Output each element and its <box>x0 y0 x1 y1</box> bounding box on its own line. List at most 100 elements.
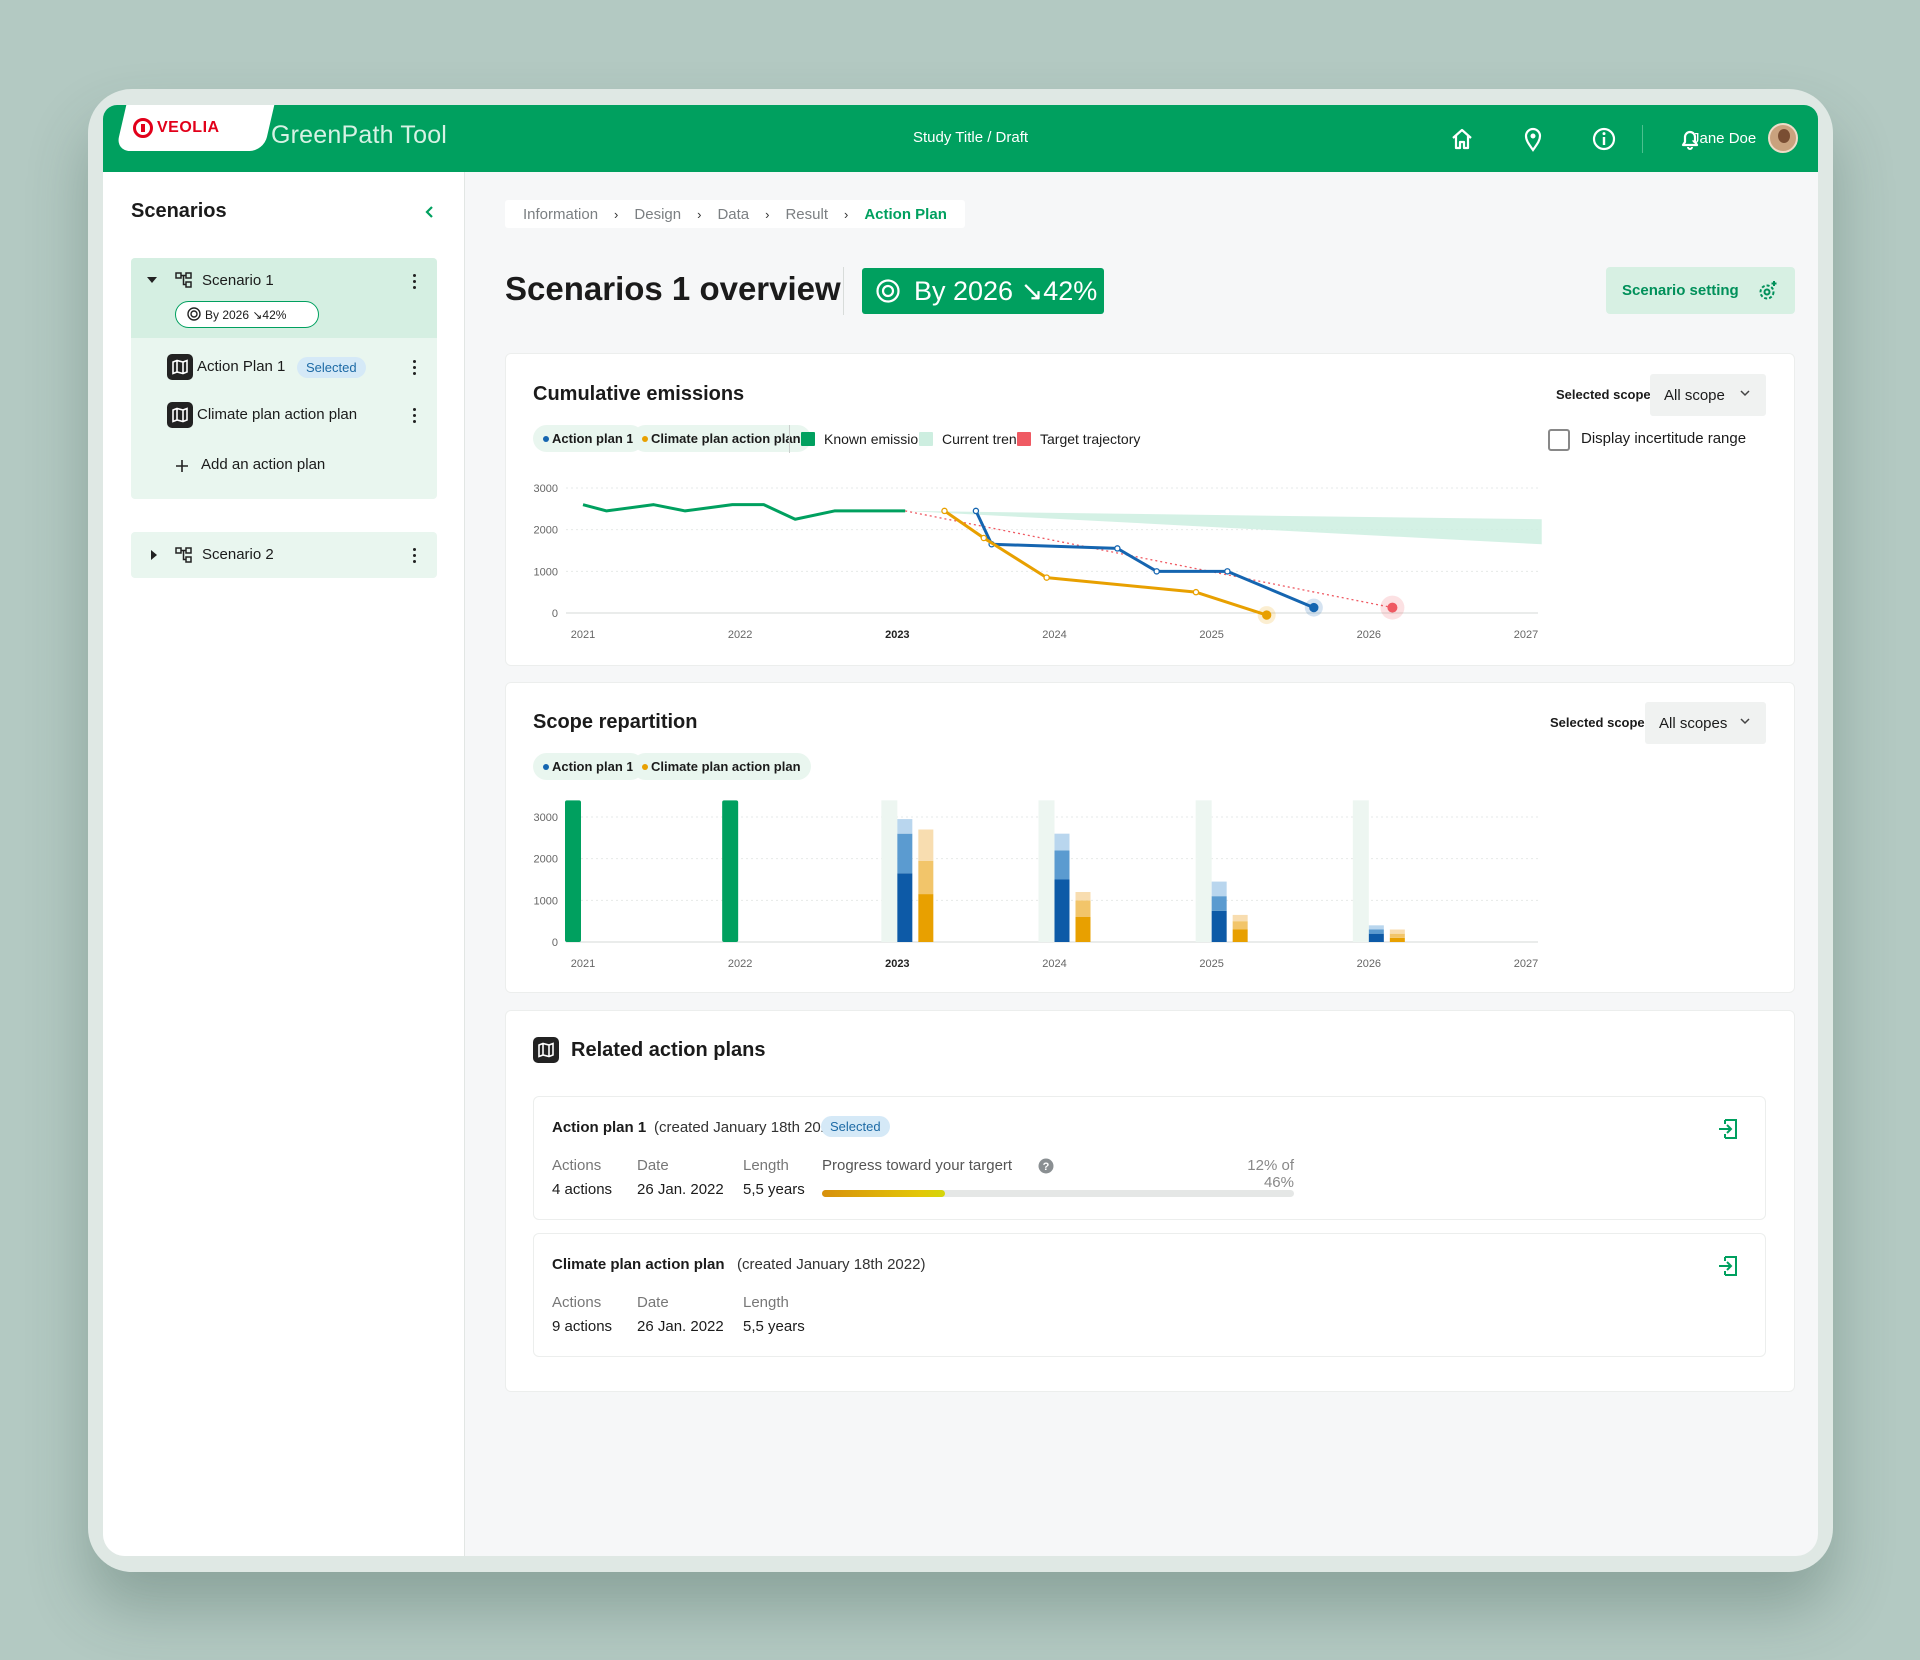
scenario-setting-button[interactable]: Scenario setting <box>1606 267 1795 314</box>
page-title: Scenarios 1 overview <box>505 270 841 307</box>
plan-name: Action plan 1 <box>552 1119 647 1136</box>
action-plan-1-bar-segment <box>897 873 913 942</box>
climate-plan-action-plan-point <box>980 534 988 542</box>
climate-plan-action-plan-bar-segment <box>1232 929 1248 942</box>
action-plan-card[interactable]: Climate plan action plan (created Januar… <box>533 1233 1766 1357</box>
target-badge-text: By 2026 ↘42% <box>914 275 1098 306</box>
user-avatar[interactable] <box>1768 123 1798 153</box>
climate-plan-action-plan-bar-segment <box>1075 917 1091 942</box>
breadcrumb-result[interactable]: Result <box>785 206 828 223</box>
year-background-bar <box>881 800 898 942</box>
action-plan-1-bar-segment <box>897 833 913 874</box>
action-plan-1-point <box>1114 545 1121 552</box>
scope-repartition-card: Scope repartition Selected scope All sco… <box>505 682 1795 993</box>
breadcrumb-action-plan[interactable]: Action Plan <box>864 206 947 223</box>
scenario-tree-icon <box>175 272 192 288</box>
action-plan-card[interactable]: Action plan 1 (created January 18th 2022… <box>533 1096 1766 1220</box>
scenario-2-header[interactable]: Scenario 2 <box>131 532 437 578</box>
action-plan-1-bar-segment <box>1211 910 1227 942</box>
x-tick-label: 2024 <box>1042 958 1066 970</box>
action-plan-1-bar-segment <box>1211 896 1227 911</box>
actions-label: Actions <box>552 1157 602 1174</box>
plan-created: (created January 18th 2022) <box>654 1119 843 1136</box>
selected-badge: Selected <box>821 1116 890 1137</box>
x-tick-label: 2021 <box>571 629 595 641</box>
action-plan-1-bar-segment <box>1368 929 1384 934</box>
climate-plan-action-plan-bar-segment <box>1075 892 1091 901</box>
climate-plan-action-plan-bar-segment <box>1075 900 1091 917</box>
plan-name: Climate plan action plan <box>552 1256 725 1273</box>
climate-plan-action-plan-point <box>941 507 948 515</box>
date-value: 26 Jan. 2022 <box>637 1318 724 1335</box>
action-plan-1-point <box>1153 568 1160 575</box>
open-plan-icon[interactable] <box>1716 1117 1740 1141</box>
length-value: 5,5 years <box>743 1318 805 1335</box>
open-plan-icon[interactable] <box>1716 1254 1740 1278</box>
x-tick-label: 2021 <box>571 958 595 970</box>
y-tick-label: 0 <box>552 608 558 620</box>
add-action-plan-button[interactable]: Add an action plan <box>201 456 325 473</box>
climate-plan-action-plan-bar-segment <box>1232 921 1248 930</box>
climate-plan-menu-icon[interactable] <box>411 408 417 426</box>
x-tick-label: 2027 <box>1514 629 1538 641</box>
current-trend-band <box>905 510 1542 545</box>
climate-plan-action-plan-bar-segment <box>1389 937 1405 942</box>
year-background-bar <box>1195 800 1212 942</box>
scenario-2-menu-icon[interactable] <box>411 548 417 566</box>
info-icon[interactable] <box>1590 125 1618 153</box>
action-plan-1-bar-segment <box>1054 850 1070 880</box>
veolia-logo-icon <box>133 118 153 138</box>
x-tick-label: 2022 <box>728 958 752 970</box>
caret-right-icon[interactable] <box>149 549 159 561</box>
map-icon <box>533 1037 559 1063</box>
scenario-1-header[interactable]: Scenario 1 By 2026 ↘42% <box>131 258 437 338</box>
target-icon <box>876 279 900 303</box>
scenario-1-menu-icon[interactable] <box>411 274 417 292</box>
sidebar-item-action-plan-1[interactable]: Action Plan 1 <box>197 358 285 375</box>
x-tick-label: 2024 <box>1042 629 1066 641</box>
caret-down-icon[interactable] <box>146 275 158 285</box>
action-plan-1-menu-icon[interactable] <box>411 360 417 378</box>
scenario-tree-icon <box>175 547 192 563</box>
breadcrumb-information[interactable]: Information <box>523 206 598 223</box>
plus-icon[interactable] <box>176 460 188 472</box>
climate-plan-action-plan-bar-segment <box>918 894 934 942</box>
scenario-setting-label: Scenario setting <box>1622 282 1739 299</box>
climate-plan-map-icon <box>167 402 193 428</box>
action-plan-1-bar-segment <box>1368 925 1384 930</box>
action-plan-1-point <box>1309 602 1319 613</box>
climate-plan-action-plan-point <box>1043 574 1050 581</box>
known-emissions-bar <box>722 800 739 942</box>
title-divider <box>843 267 844 315</box>
cumulative-emissions-card: Cumulative emissions Selected scope All … <box>505 353 1795 666</box>
scenario-1-group: Scenario 1 By 2026 ↘42% Action Plan 1 Se… <box>131 258 437 499</box>
location-pin-icon[interactable] <box>1519 125 1547 153</box>
actions-label: Actions <box>552 1294 602 1311</box>
scenario-2-name: Scenario 2 <box>202 546 274 563</box>
actions-value: 4 actions <box>552 1181 613 1198</box>
climate-plan-action-plan-bar-segment <box>1389 933 1405 938</box>
known-emissions-bar <box>565 800 581 942</box>
plan-created: (created January 18th 2022) <box>737 1256 926 1273</box>
progress-value: 12% of 46% <box>1247 1157 1294 1191</box>
related-action-plans-title: Related action plans <box>571 1039 766 1061</box>
collapse-sidebar-chevron-icon[interactable] <box>420 202 440 222</box>
climate-plan-action-plan-bar-segment <box>1232 914 1248 922</box>
sidebar-item-climate-plan[interactable]: Climate plan action plan <box>197 406 357 423</box>
scope-repartition-chart: 3000 2000 1000 0 2021 2022 2023 2024 2025 2026 202… <box>534 800 1538 970</box>
home-icon[interactable] <box>1448 125 1476 153</box>
known-emissions-line <box>582 503 906 521</box>
breadcrumb-design[interactable]: Design <box>634 206 681 223</box>
x-tick-label: 2025 <box>1199 958 1223 970</box>
app-name: GreenPath Tool <box>271 121 448 149</box>
cumulative-emissions-chart: 3000 2000 1000 0 2021 2022 2023 2024 2025 2026 202… <box>534 483 1542 641</box>
action-plan-1-bar-segment <box>1054 879 1070 942</box>
y-tick-label: 2000 <box>534 525 558 537</box>
actions-value: 9 actions <box>552 1318 613 1335</box>
x-tick-label: 2026 <box>1357 958 1381 970</box>
study-title[interactable]: Study Title / Draft <box>913 129 1028 146</box>
selected-badge: Selected <box>297 357 366 378</box>
help-icon[interactable]: ? <box>1038 1158 1054 1174</box>
breadcrumb-data[interactable]: Data <box>717 206 749 223</box>
user-name[interactable]: Jane Doe <box>1692 130 1756 147</box>
